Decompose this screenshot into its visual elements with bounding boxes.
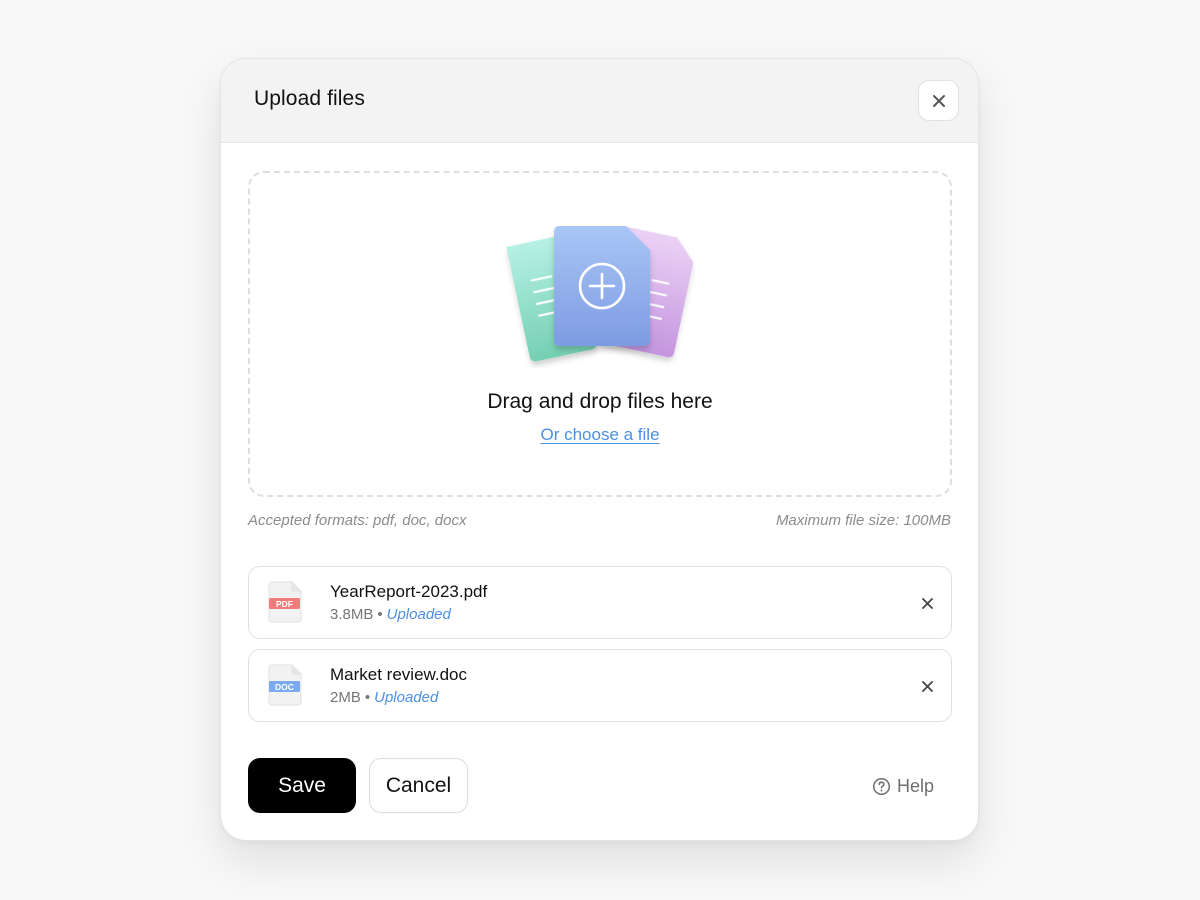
upload-status: Uploaded: [374, 689, 439, 706]
dropzone-title: Drag and drop files here: [487, 390, 713, 413]
file-meta: 3.8MB • Uploaded: [330, 606, 451, 623]
choose-file-link-wrapper: Or choose a file: [250, 425, 950, 445]
pdf-file-icon: PDF: [268, 581, 302, 623]
help-label: Help: [897, 775, 935, 796]
meta-separator: •: [377, 606, 383, 623]
modal-header: Upload files: [221, 59, 978, 143]
meta-separator: •: [364, 689, 371, 706]
remove-file-button[interactable]: [917, 676, 937, 696]
file-list-item: DOC Market review.doc 2MB • Uploaded: [248, 649, 952, 722]
choose-file-link[interactable]: Or choose a file: [540, 425, 659, 444]
modal-title: Upload files: [254, 87, 365, 110]
file-size: 3.8MB: [330, 606, 374, 623]
save-button[interactable]: Save: [248, 758, 356, 813]
close-icon: [921, 680, 933, 692]
remove-file-button[interactable]: [917, 593, 937, 613]
accepted-formats-hint: Accepted formats: pdf, doc, docx: [248, 512, 467, 529]
upload-status: Uploaded: [386, 606, 451, 623]
cancel-button[interactable]: Cancel: [369, 758, 468, 813]
file-size: 2MB: [330, 689, 361, 706]
files-add-illustration: [506, 226, 694, 362]
doc-badge-label: DOC: [275, 682, 294, 692]
file-name: Market review.doc: [330, 665, 467, 684]
close-icon: [921, 597, 933, 609]
doc-file-icon: DOC: [268, 664, 302, 706]
close-button[interactable]: [918, 80, 959, 121]
max-file-size-hint: Maximum file size: 100MB: [775, 512, 951, 529]
help-link[interactable]: Help: [872, 775, 934, 797]
file-dropzone[interactable]: Drag and drop files here Or choose a fil…: [248, 171, 952, 497]
file-name: YearReport-2023.pdf: [330, 582, 488, 601]
file-list-item: PDF YearReport-2023.pdf 3.8MB • Uploaded: [248, 566, 952, 639]
file-meta: 2MB • Uploaded: [330, 689, 438, 706]
close-icon: [932, 94, 945, 107]
help-circle-icon: [872, 777, 891, 795]
upload-files-modal: Upload files Drag and drop files here Or…: [220, 58, 979, 841]
pdf-badge-label: PDF: [276, 599, 293, 609]
